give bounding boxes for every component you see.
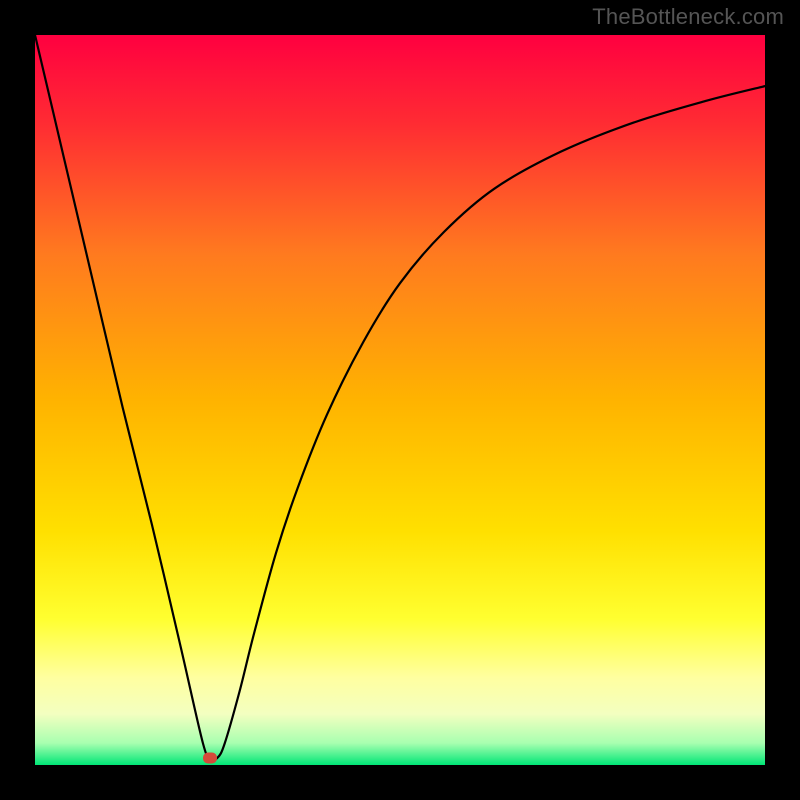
watermark-text: TheBottleneck.com: [592, 4, 784, 30]
heat-gradient-rect: [35, 35, 765, 765]
gradient-plot: [35, 35, 765, 765]
plot-area: [35, 35, 765, 765]
optimal-point-marker: [203, 752, 217, 763]
chart-container: TheBottleneck.com: [0, 0, 800, 800]
